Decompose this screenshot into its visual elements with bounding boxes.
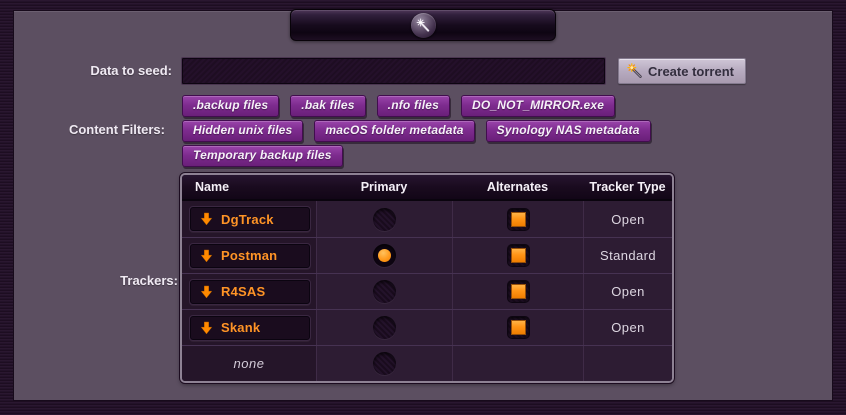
tracker-name-cell: R4SAS <box>182 274 316 309</box>
tracker-row-skank: Skank Open <box>182 309 672 345</box>
primary-radio[interactable] <box>373 244 396 267</box>
primary-cell <box>316 310 452 345</box>
download-arrow-icon <box>200 321 213 335</box>
tracker-row-r4sas: R4SAS Open <box>182 273 672 309</box>
filter-chip-nfo-files[interactable]: .nfo files <box>377 95 450 117</box>
primary-radio[interactable] <box>373 208 396 231</box>
tracker-type-label: Standard <box>600 248 656 263</box>
data-to-seed-input[interactable] <box>182 58 605 84</box>
create-torrent-button[interactable]: Create torrent <box>618 58 746 84</box>
tracker-name-cell: Postman <box>182 238 316 273</box>
tracker-table-header: NamePrimaryAlternatesTracker Type <box>182 175 672 201</box>
alternates-cell <box>452 346 583 381</box>
filter-chip-macos-folder-metadata[interactable]: macOS folder metadata <box>314 120 474 142</box>
tracker-type-label: Open <box>611 212 644 227</box>
tracker-name-label: Postman <box>221 248 277 263</box>
content-filter-chips: .backup files .bak files .nfo files DO_NOT_… <box>182 95 694 167</box>
tracker-row-postman: Postman Standard <box>182 237 672 273</box>
alternates-cell <box>452 274 583 309</box>
tracker-type-label: Open <box>611 320 644 335</box>
magic-wand-icon <box>416 18 431 33</box>
primary-radio[interactable] <box>373 352 396 375</box>
filter-chip-bak-files[interactable]: .bak files <box>290 95 365 117</box>
alternates-cell <box>452 238 583 273</box>
tracker-name-button[interactable]: DgTrack <box>189 206 311 232</box>
primary-cell <box>316 274 452 309</box>
alternates-checkbox[interactable] <box>508 245 529 266</box>
tracker-type-cell: Open <box>583 310 672 345</box>
tracker-name-label: Skank <box>221 320 260 335</box>
tracker-name-label: R4SAS <box>221 284 265 299</box>
alternates-checkbox[interactable] <box>508 281 529 302</box>
tracker-type-cell: Open <box>583 201 672 237</box>
filter-chip-backup-files[interactable]: .backup files <box>182 95 279 117</box>
content-filters-label: Content Filters: <box>14 119 165 140</box>
download-arrow-icon <box>200 285 213 299</box>
checkbox-checkmark <box>512 213 525 226</box>
tracker-type-cell <box>583 346 672 381</box>
tracker-name-button[interactable]: R4SAS <box>189 279 311 305</box>
tracker-name-label: DgTrack <box>221 212 274 227</box>
magic-wand-icon <box>627 63 643 79</box>
column-header-name: Name <box>182 180 316 194</box>
alternates-checkbox[interactable] <box>508 317 529 338</box>
filter-chip-hidden-unix-files[interactable]: Hidden unix files <box>182 120 303 142</box>
download-arrow-icon <box>200 249 213 263</box>
filter-chip-do-not-mirror-exe[interactable]: DO_NOT_MIRROR.exe <box>461 95 615 117</box>
primary-cell <box>316 238 452 273</box>
alternates-cell <box>452 310 583 345</box>
tracker-name-button[interactable]: Skank <box>189 315 311 341</box>
checkbox-checkmark <box>512 285 525 298</box>
tracker-name-cell: Skank <box>182 310 316 345</box>
column-header-primary: Primary <box>316 180 452 194</box>
tracker-table-body: DgTrack Open Postman Standard R4SAS Open Sk… <box>182 201 672 381</box>
tracker-name-cell: none <box>182 346 316 381</box>
alternates-cell <box>452 201 583 237</box>
checkbox-checkmark <box>512 249 525 262</box>
filter-chip-synology-nas-metadata[interactable]: Synology NAS metadata <box>486 120 651 142</box>
primary-radio[interactable] <box>373 316 396 339</box>
tracker-name-cell: DgTrack <box>182 201 316 237</box>
column-header-alternates: Alternates <box>452 180 583 194</box>
tracker-type-cell: Standard <box>583 238 672 273</box>
data-to-seed-label: Data to seed: <box>14 58 172 84</box>
tracker-row-dgtrack: DgTrack Open <box>182 201 672 237</box>
orb-button <box>411 13 436 38</box>
torrent-creator-window: Data to seed: Create torrent Content Fil… <box>0 0 846 415</box>
create-torrent-label: Create torrent <box>648 64 734 79</box>
main-panel: Data to seed: Create torrent Content Fil… <box>14 11 832 400</box>
filter-chip-temporary-backup-files[interactable]: Temporary backup files <box>182 145 343 167</box>
trackers-label: Trackers: <box>14 271 178 291</box>
primary-radio[interactable] <box>373 280 396 303</box>
tracker-type-cell: Open <box>583 274 672 309</box>
primary-cell <box>316 346 452 381</box>
tracker-type-label: Open <box>611 284 644 299</box>
alternates-checkbox[interactable] <box>508 209 529 230</box>
no-tracker-label: none <box>182 356 316 371</box>
collapse-handle[interactable] <box>290 9 556 41</box>
primary-cell <box>316 201 452 237</box>
tracker-table: NamePrimaryAlternatesTracker Type DgTrac… <box>180 173 674 383</box>
download-arrow-icon <box>200 212 213 226</box>
tracker-name-button[interactable]: Postman <box>189 243 311 269</box>
column-header-tracker-type: Tracker Type <box>583 180 672 194</box>
tracker-row-none: none <box>182 345 672 381</box>
checkbox-checkmark <box>512 321 525 334</box>
